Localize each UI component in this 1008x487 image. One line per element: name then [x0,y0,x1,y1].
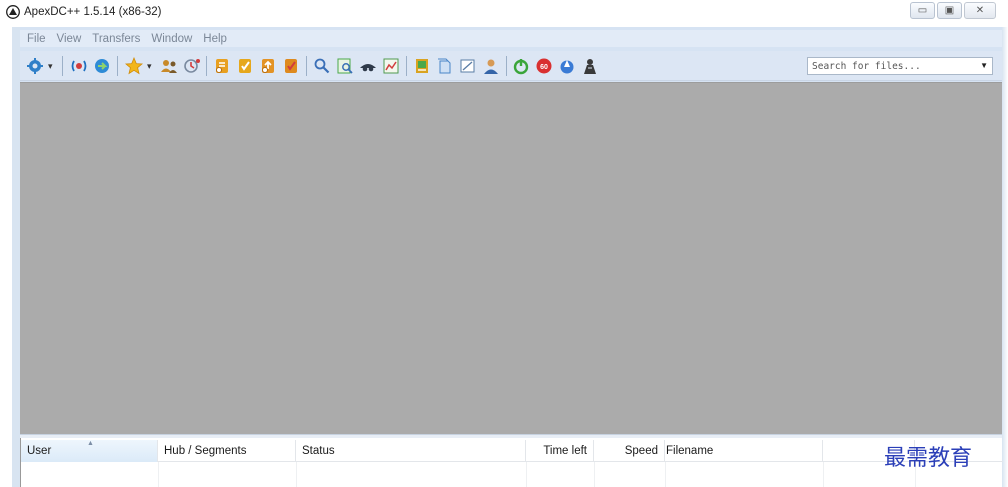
column-header-time-left[interactable]: Time left [526,440,594,462]
limiter-icon[interactable]: 60 [535,57,553,75]
menu-transfers[interactable]: Transfers [92,33,140,45]
recents-icon[interactable] [436,57,454,75]
column-label-user: User [27,445,52,457]
connect-dropdown-icon[interactable]: ▾ [48,61,53,72]
adl-search-icon[interactable] [336,57,354,75]
column-divider [823,462,824,487]
column-header-user[interactable]: User ▲ [21,440,158,462]
window-title: ApexDC++ 1.5.14 (x86-32) [24,6,162,18]
column-label-speed: Speed [624,445,658,457]
column-label-hub-segments: Hub / Segments [164,445,247,457]
system-log-icon[interactable] [482,57,500,75]
notepad-icon[interactable] [459,57,477,75]
column-label-status: Status [302,445,335,457]
connect-icon[interactable] [26,57,44,75]
window-border-right [1002,27,1008,487]
window-border-left [0,27,20,487]
column-header-hub-segments[interactable]: Hub / Segments [158,440,296,462]
column-divider [594,462,595,487]
search-files-combo[interactable]: ▼ [807,57,993,75]
favorites-dropdown-icon[interactable]: ▾ [147,61,152,72]
minimize-button[interactable]: ▭ [910,2,935,19]
svg-text:60: 60 [540,64,548,71]
column-divider [665,462,666,487]
apexdc-logo-icon [6,5,20,19]
toolbar-separator [306,56,307,76]
column-label-time-left: Time left [543,445,587,457]
column-header-speed[interactable]: Speed [594,440,665,462]
column-divider [158,462,159,487]
finished-uploads-icon[interactable] [282,57,300,75]
chevron-down-icon[interactable]: ▼ [980,61,988,70]
search-files-input[interactable] [808,58,968,74]
toolbar: ▾ ▾ 60 Search for files... ▼ [20,51,1002,81]
minimize-icon: ▭ [917,5,928,16]
open-filelist-icon[interactable] [413,57,431,75]
close-icon: ✕ [975,5,985,16]
column-header-filename[interactable]: Filename [665,440,823,462]
follow-redirect-icon[interactable] [93,57,111,75]
menu-window[interactable]: Window [151,33,192,45]
app-window: ApexDC++ 1.5.14 (x86-32) ▭ ▣ ✕ File View… [0,0,1008,487]
toolbar-separator [206,56,207,76]
finished-downloads-icon[interactable] [236,57,254,75]
away-power-icon[interactable] [512,57,530,75]
menu-file[interactable]: File [27,33,46,45]
search-icon[interactable] [313,57,331,75]
favorites-star-icon[interactable] [125,57,143,75]
toolbar-separator [506,56,507,76]
search-spy-icon[interactable] [359,57,377,75]
maximize-button[interactable]: ▣ [937,2,962,19]
menu-help[interactable]: Help [203,33,227,45]
close-button[interactable]: ✕ [964,2,996,19]
column-divider [296,462,297,487]
menu-bar: File View Transfers Window Help [20,30,1002,47]
recent-hubs-icon[interactable] [183,57,201,75]
mdi-workspace[interactable] [20,82,1002,434]
maximize-icon: ▣ [944,5,955,16]
upload-queue-icon[interactable] [259,57,277,75]
watermark-text: 最需教育 [884,446,973,471]
column-label-filename: Filename [666,445,714,457]
menu-view[interactable]: View [57,33,82,45]
favorite-users-icon[interactable] [160,57,178,75]
column-header-status[interactable]: Status [296,440,526,462]
transfers-list[interactable]: User ▲ Hub / Segments Status Time left S… [20,438,1003,487]
toolbar-separator [406,56,407,76]
transfers-header: User ▲ Hub / Segments Status Time left S… [21,440,1003,462]
reconnect-icon[interactable] [70,57,88,75]
cdm-icon[interactable] [558,57,576,75]
queue-icon[interactable] [213,57,231,75]
window-controls: ▭ ▣ ✕ [910,2,996,19]
column-divider [526,462,527,487]
toolbar-separator [117,56,118,76]
sort-ascending-icon: ▲ [87,440,94,447]
transfers-body[interactable] [21,462,1003,487]
title-bar[interactable]: ApexDC++ 1.5.14 (x86-32) ▭ ▣ ✕ [0,0,1008,27]
settings-user-icon[interactable] [581,57,599,75]
network-stats-icon[interactable] [382,57,400,75]
toolbar-separator [62,56,63,76]
